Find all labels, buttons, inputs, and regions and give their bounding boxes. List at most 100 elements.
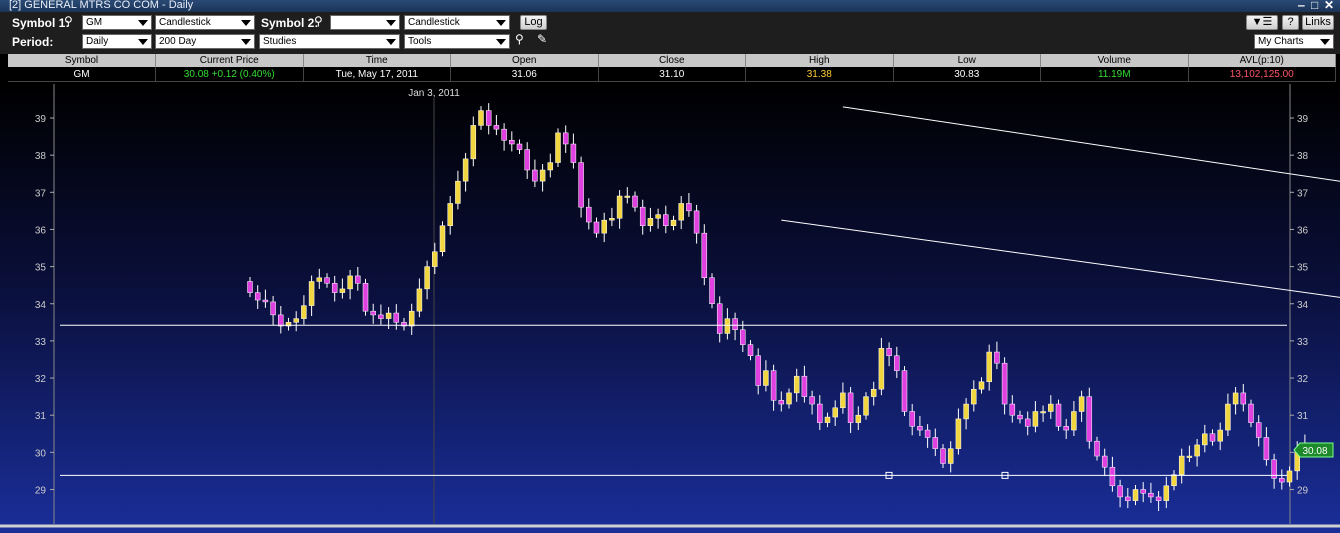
candle-body	[770, 370, 777, 401]
header-open: Open	[450, 54, 599, 67]
candle-body	[1171, 474, 1177, 487]
my-charts-select[interactable]: My Charts	[1254, 34, 1334, 49]
value-close: 31.10	[598, 67, 746, 82]
candle-body	[470, 125, 477, 160]
candle-body	[1094, 440, 1100, 457]
last-price-label: 30.08	[1302, 446, 1327, 457]
menu-button[interactable]: ▼☰	[1246, 15, 1278, 30]
candle-body	[870, 388, 877, 397]
candle-body	[1071, 411, 1077, 431]
candle-body	[909, 411, 915, 427]
candle-body	[316, 277, 323, 282]
candle-body	[424, 266, 430, 290]
studies-select[interactable]: Studies	[259, 34, 400, 49]
candle-body	[947, 448, 954, 464]
candle-body	[1240, 392, 1247, 405]
y-tick-label: 31	[1297, 411, 1309, 422]
symbol1-label: Symbol 1:	[12, 16, 70, 30]
symbol2-input[interactable]	[330, 15, 400, 30]
candle-body	[755, 355, 761, 386]
header-avl: AVL(p:10)	[1188, 54, 1336, 67]
candle-body	[670, 219, 677, 226]
value-current-price: 30.08 +0.12 (0.40%)	[155, 67, 304, 82]
candle-body	[455, 180, 461, 204]
candle-body	[1263, 437, 1270, 461]
candle-body	[378, 314, 384, 319]
y-tick-label: 39	[35, 114, 47, 125]
candle-body	[817, 403, 823, 423]
value-volume: 11.19M	[1040, 67, 1189, 82]
candle-body	[1178, 455, 1185, 475]
candle-body	[1132, 489, 1139, 501]
candle-body	[686, 203, 692, 212]
help-button[interactable]: ?	[1282, 15, 1299, 30]
close-icon[interactable]: ✕	[1324, 0, 1334, 12]
candle-body	[578, 162, 584, 208]
header-close: Close	[598, 54, 746, 67]
annotate-icon[interactable]: ✎	[537, 32, 547, 46]
candle-body	[293, 318, 299, 323]
y-tick-label: 36	[35, 225, 47, 236]
candle-body	[740, 329, 746, 345]
candle-body	[763, 370, 769, 386]
candle-body	[1109, 466, 1116, 487]
candle-body	[1125, 496, 1131, 501]
candle-body	[1117, 485, 1123, 498]
candle-body	[994, 351, 1000, 364]
value-avl: 13,102,125.00	[1188, 67, 1336, 82]
candle-body	[1209, 433, 1216, 442]
candle-body	[570, 143, 577, 163]
header-volume: Volume	[1040, 54, 1189, 67]
candle-body	[1186, 455, 1193, 458]
candle-body	[416, 288, 423, 312]
candle-body	[485, 110, 492, 126]
maximize-icon[interactable]: □	[1311, 0, 1318, 12]
tools-select[interactable]: Tools	[404, 34, 510, 49]
header-time: Time	[303, 54, 451, 67]
y-tick-label: 36	[1297, 225, 1309, 236]
candle-body	[978, 381, 985, 390]
value-high: 31.38	[745, 67, 894, 82]
minimize-icon[interactable]: ‒	[1298, 0, 1305, 12]
links-button[interactable]: Links	[1302, 15, 1334, 30]
y-tick-label: 34	[35, 300, 47, 311]
candle-body	[501, 128, 507, 141]
y-tick-label: 32	[35, 374, 47, 385]
candle-body	[894, 355, 900, 371]
candle-body	[254, 292, 261, 301]
date-marker-label: Jan 3, 2011	[408, 88, 460, 99]
candle-body	[624, 195, 631, 198]
period-select[interactable]: Daily	[82, 34, 152, 49]
value-low: 30.83	[893, 67, 1041, 82]
quote-table: Symbol Current Price Time Open Close Hig…	[8, 54, 1336, 84]
candle-body	[732, 318, 738, 331]
chart-type1-select[interactable]: Candlestick	[155, 15, 255, 30]
zoom-icon[interactable]: ⚲	[515, 32, 524, 46]
log-button[interactable]: Log	[520, 15, 547, 30]
candle-body	[778, 400, 785, 405]
candle-body	[408, 310, 415, 327]
search-icon[interactable]: ⚲	[64, 14, 73, 28]
candle-body	[262, 299, 269, 303]
candle-body	[601, 219, 607, 234]
symbol1-input[interactable]: GM	[82, 15, 152, 30]
candle-body	[878, 348, 885, 390]
candle-body	[824, 416, 831, 423]
candle-body	[539, 169, 546, 182]
y-tick-label: 38	[35, 151, 47, 162]
candle-body	[562, 132, 569, 145]
y-tick-label: 35	[1297, 263, 1309, 274]
candle-body	[355, 275, 361, 284]
candle-body	[793, 375, 800, 394]
price-chart[interactable]: Jan 3, 2011 2929303031313232333334343535…	[0, 84, 1340, 533]
chart-type2-select[interactable]: Candlestick	[404, 15, 510, 30]
candle-body	[370, 310, 376, 316]
candle-body	[901, 370, 908, 412]
range-select[interactable]: 200 Day	[155, 34, 255, 49]
search-icon[interactable]: ⚲	[314, 14, 323, 28]
candle-body	[547, 162, 554, 171]
candle-body	[301, 305, 307, 319]
candle-body	[532, 169, 538, 182]
candle-body	[971, 388, 977, 405]
candle-body	[270, 301, 276, 316]
